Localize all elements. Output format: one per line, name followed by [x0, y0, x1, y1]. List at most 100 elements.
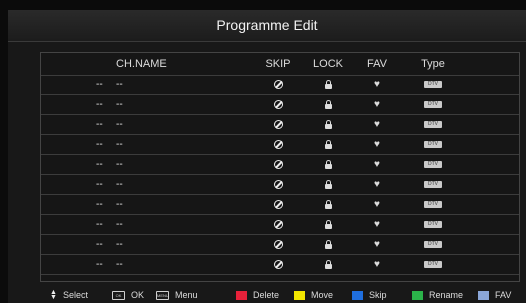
lock-icon	[324, 139, 332, 149]
fav-toggle[interactable]: ♥	[362, 135, 392, 154]
skip-toggle[interactable]	[264, 175, 292, 194]
footer-delete-label: Delete	[253, 290, 280, 300]
channel-number: --	[96, 259, 103, 270]
heart-icon: ♥	[374, 218, 380, 230]
type-cell: DTV	[418, 95, 448, 114]
skip-toggle[interactable]	[264, 75, 292, 94]
fav-toggle[interactable]: ♥	[362, 155, 392, 174]
fav-toggle[interactable]: ♥	[362, 175, 392, 194]
lock-toggle[interactable]	[313, 175, 343, 194]
skip-toggle[interactable]	[264, 115, 292, 134]
channel-list-header: CH.NAME SKIP LOCK FAV Type	[41, 53, 519, 76]
skip-toggle[interactable]	[264, 195, 292, 214]
footer-move: Move	[294, 287, 333, 303]
column-header-lock: LOCK	[313, 58, 343, 70]
footer-select-label: Select	[62, 290, 88, 300]
fav-toggle[interactable]: ♥	[362, 235, 392, 254]
lock-toggle[interactable]	[313, 195, 343, 214]
skip-toggle[interactable]	[264, 135, 292, 154]
dtv-badge: DTV	[424, 161, 442, 168]
type-cell: DTV	[418, 135, 448, 154]
light-blue-key-icon	[478, 290, 489, 300]
channel-row[interactable]: -- -- ♥ DTV	[41, 195, 519, 215]
lock-toggle[interactable]	[313, 255, 343, 274]
fav-toggle[interactable]: ♥	[362, 195, 392, 214]
lock-toggle[interactable]	[313, 215, 343, 234]
column-header-skip: SKIP	[265, 58, 291, 70]
channel-number: --	[96, 159, 103, 170]
channel-number: --	[96, 179, 103, 190]
type-cell: DTV	[418, 175, 448, 194]
column-header-name: CH.NAME	[116, 58, 167, 70]
channel-row[interactable]: -- -- ♥ DTV	[41, 75, 519, 95]
skip-icon	[273, 80, 283, 89]
lock-icon	[324, 159, 332, 169]
lock-toggle[interactable]	[313, 235, 343, 254]
dtv-badge: DTV	[424, 181, 442, 188]
dtv-badge: DTV	[424, 121, 442, 128]
footer-move-label: Move	[311, 290, 334, 300]
lock-toggle[interactable]	[313, 135, 343, 154]
channel-number: --	[96, 99, 103, 110]
heart-icon: ♥	[374, 118, 380, 130]
skip-toggle[interactable]	[264, 95, 292, 114]
lock-toggle[interactable]	[313, 75, 343, 94]
skip-toggle[interactable]	[264, 255, 292, 274]
channel-number: --	[96, 139, 103, 150]
skip-icon	[273, 200, 283, 209]
fav-toggle[interactable]: ♥	[362, 115, 392, 134]
footer-fav: FAV	[478, 287, 511, 303]
type-cell: DTV	[418, 215, 448, 234]
channel-name: --	[116, 119, 123, 130]
channel-row[interactable]: -- -- ♥ DTV	[41, 155, 519, 175]
skip-toggle[interactable]	[264, 215, 292, 234]
channel-row[interactable]: -- -- ♥ DTV	[41, 215, 519, 235]
channel-name: --	[116, 179, 123, 190]
channel-row[interactable]: -- -- ♥ DTV	[41, 235, 519, 255]
lock-toggle[interactable]	[313, 115, 343, 134]
type-cell: DTV	[418, 155, 448, 174]
channel-name: --	[116, 259, 123, 270]
type-cell: DTV	[418, 75, 448, 94]
dtv-badge: DTV	[424, 201, 442, 208]
footer-menu-label: Menu	[175, 290, 198, 300]
lock-icon	[324, 179, 332, 189]
heart-icon: ♥	[374, 258, 380, 270]
skip-icon	[273, 140, 283, 149]
channel-row[interactable]: -- -- ♥ DTV	[41, 115, 519, 135]
fav-toggle[interactable]: ♥	[362, 95, 392, 114]
channel-name: --	[116, 159, 123, 170]
skip-toggle[interactable]	[264, 155, 292, 174]
skip-icon	[273, 120, 283, 129]
programme-edit-window: Programme Edit CH.NAME SKIP LOCK FAV Typ…	[8, 10, 526, 303]
channel-name: --	[116, 199, 123, 210]
fav-toggle[interactable]: ♥	[362, 215, 392, 234]
skip-toggle[interactable]	[264, 235, 292, 254]
channel-row[interactable]: -- -- ♥ DTV	[41, 135, 519, 155]
lock-toggle[interactable]	[313, 155, 343, 174]
lock-icon	[324, 199, 332, 209]
type-cell: DTV	[418, 195, 448, 214]
footer-hints: ▲ ▼ Select OK OK MENU Menu Delete Move Sk…	[8, 287, 526, 303]
type-cell: DTV	[418, 235, 448, 254]
fav-toggle[interactable]: ♥	[362, 75, 392, 94]
page-title: Programme Edit	[8, 10, 526, 42]
fav-toggle[interactable]: ♥	[362, 255, 392, 274]
dtv-badge: DTV	[424, 261, 442, 268]
channel-row[interactable]: -- -- ♥ DTV	[41, 175, 519, 195]
footer-ok: OK OK	[112, 287, 144, 303]
channel-row[interactable]: -- -- ♥ DTV	[41, 255, 519, 275]
up-down-arrows-icon: ▲ ▼	[50, 289, 57, 301]
yellow-key-icon	[294, 290, 305, 300]
dtv-badge: DTV	[424, 221, 442, 228]
lock-icon	[324, 79, 332, 89]
channel-number: --	[96, 239, 103, 250]
dtv-badge: DTV	[424, 81, 442, 88]
channel-name: --	[116, 219, 123, 230]
lock-icon	[324, 259, 332, 269]
channel-row[interactable]: -- -- ♥ DTV	[41, 95, 519, 115]
heart-icon: ♥	[374, 158, 380, 170]
type-cell: DTV	[418, 255, 448, 274]
footer-delete: Delete	[236, 287, 279, 303]
lock-toggle[interactable]	[313, 95, 343, 114]
